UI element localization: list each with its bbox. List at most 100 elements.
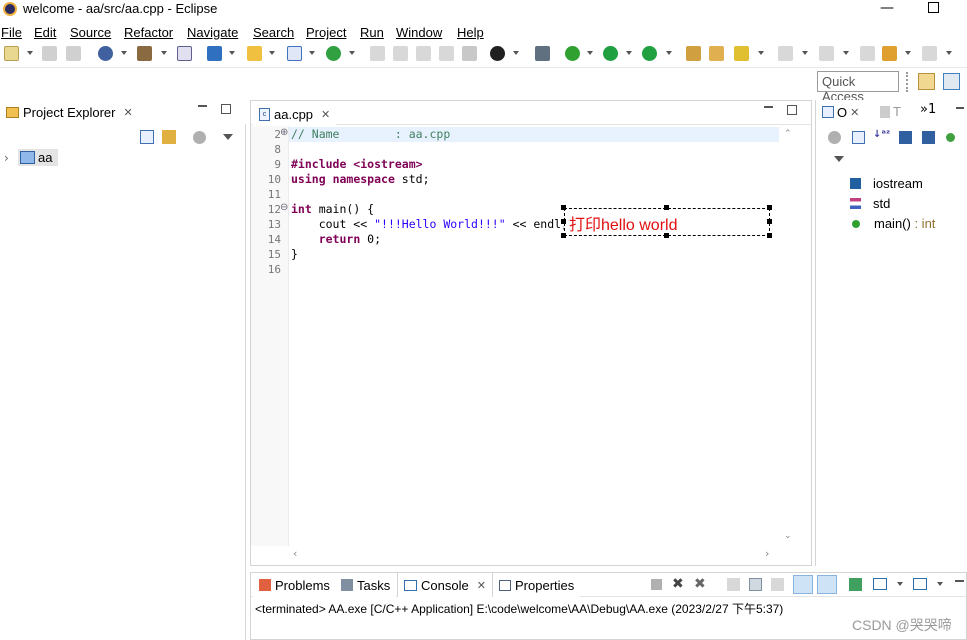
horizontal-scrollbar[interactable]: ‹ › <box>289 547 779 561</box>
open-folder-icon[interactable] <box>709 46 724 61</box>
toolbar-disabled-5-icon[interactable] <box>462 46 477 61</box>
menu-help[interactable]: Help <box>457 25 484 40</box>
code-line[interactable]: using namespace std; <box>291 172 430 186</box>
resize-handle[interactable] <box>767 219 772 224</box>
minimize-icon[interactable] <box>955 580 964 582</box>
view-menu-icon[interactable] <box>834 156 844 162</box>
code-line[interactable]: int main() { <box>291 202 374 216</box>
show-on-output-icon[interactable] <box>793 575 813 594</box>
open-console-arrow[interactable] <box>937 582 943 586</box>
expand-fold-icon[interactable]: ⊕ <box>280 127 288 138</box>
scroll-right-icon[interactable]: › <box>765 547 769 560</box>
debug-arrow[interactable] <box>587 51 593 55</box>
forward-arrow[interactable] <box>946 51 952 55</box>
expand-arrow-icon[interactable]: › <box>4 151 9 165</box>
code-line[interactable]: return 0; <box>291 232 381 246</box>
person-icon[interactable] <box>490 46 505 61</box>
outline-item-main[interactable]: main() : int <box>850 216 935 231</box>
build-config-arrow[interactable] <box>121 51 127 55</box>
show-on-error-icon[interactable] <box>817 575 837 594</box>
editor-tab-aa-cpp[interactable]: c aa.cpp ✕ <box>253 101 337 125</box>
code-line[interactable]: #include <iostream> <box>291 157 423 171</box>
remove-all-terminated-icon[interactable]: ✖ <box>694 576 706 592</box>
save-all-icon[interactable] <box>66 46 81 61</box>
annotation-textbox[interactable]: 打印hello world <box>564 208 770 236</box>
new-icon[interactable] <box>4 46 19 61</box>
toolbar-disabled-1-icon[interactable] <box>370 46 385 61</box>
next-annotation-icon[interactable] <box>778 46 793 61</box>
scroll-down-icon[interactable]: ⌄ <box>784 531 792 541</box>
scroll-lock-icon[interactable] <box>749 578 762 591</box>
view-menu-icon[interactable] <box>223 134 233 140</box>
tab-problems[interactable]: Problems <box>253 573 336 597</box>
tab-console[interactable]: Console ✕ <box>397 573 493 597</box>
minimize-icon[interactable] <box>956 107 964 109</box>
new-class-arrow[interactable] <box>309 51 315 55</box>
close-icon[interactable]: ✕ <box>321 108 330 121</box>
close-icon[interactable]: ✕ <box>123 106 132 119</box>
outline-tab[interactable]: O ✕ <box>816 100 866 124</box>
new-folder-icon[interactable] <box>247 46 262 61</box>
new-dropdown-arrow[interactable] <box>27 51 33 55</box>
display-console-icon[interactable] <box>873 578 887 590</box>
prev-annotation-icon[interactable] <box>819 46 834 61</box>
open-perspective-icon[interactable] <box>918 73 935 90</box>
skip-breakpoints-icon[interactable] <box>535 46 550 61</box>
menu-file[interactable]: File <box>1 25 22 40</box>
scroll-left-icon[interactable]: ‹ <box>293 547 297 560</box>
quick-access-field[interactable]: Quick Access <box>817 71 899 104</box>
maximize-icon[interactable] <box>221 104 231 114</box>
new-class-icon[interactable] <box>287 46 302 61</box>
menu-edit[interactable]: Edit <box>34 25 56 40</box>
run-icon[interactable] <box>603 46 618 61</box>
prev-annotation-arrow[interactable] <box>843 51 849 55</box>
menu-project[interactable]: Project <box>306 25 346 40</box>
minimize-button[interactable]: — <box>880 0 894 16</box>
save-icon[interactable] <box>42 46 57 61</box>
maximize-icon[interactable] <box>787 105 797 115</box>
overflow-tabs[interactable]: »1 <box>920 102 936 117</box>
new-project-arrow[interactable] <box>229 51 235 55</box>
resize-handle[interactable] <box>561 233 566 238</box>
tree-item-aa[interactable]: aa <box>18 149 58 166</box>
resize-handle[interactable] <box>664 205 669 210</box>
open-type-icon[interactable] <box>686 46 701 61</box>
menu-run[interactable]: Run <box>360 25 384 40</box>
clear-console-icon[interactable] <box>727 578 740 591</box>
collapse-all-icon[interactable] <box>852 131 865 144</box>
build-hammer-icon[interactable] <box>137 46 152 61</box>
tab-properties[interactable]: Properties <box>493 573 581 597</box>
link-editor-icon[interactable] <box>162 130 176 144</box>
type-hierarchy-tab[interactable]: T <box>880 104 901 119</box>
resize-handle[interactable] <box>561 205 566 210</box>
last-edit-icon[interactable] <box>860 46 875 61</box>
menu-navigate[interactable]: Navigate <box>187 25 238 40</box>
collapse-fold-icon[interactable]: ⊖ <box>280 202 288 213</box>
outline-item-std[interactable]: std <box>850 196 890 211</box>
pin-console-icon[interactable] <box>849 578 862 591</box>
remove-launch-icon[interactable]: ✖ <box>672 576 684 592</box>
c-cpp-perspective-icon[interactable] <box>943 73 960 90</box>
toolbar-disabled-4-icon[interactable] <box>439 46 454 61</box>
minimize-icon[interactable] <box>198 105 207 107</box>
search-flashlight-icon[interactable] <box>734 46 749 61</box>
person-arrow[interactable] <box>513 51 519 55</box>
search-arrow[interactable] <box>758 51 764 55</box>
tab-tasks[interactable]: Tasks <box>335 573 397 597</box>
code-line[interactable]: // Name : aa.cpp <box>291 127 450 141</box>
menu-refactor[interactable]: Refactor <box>124 25 173 40</box>
project-explorer-tab[interactable]: Project Explorer ✕ <box>0 100 139 124</box>
refresh-arrow[interactable] <box>349 51 355 55</box>
filter-icon[interactable] <box>828 131 841 144</box>
filters-icon[interactable] <box>193 131 206 144</box>
resize-handle[interactable] <box>561 219 566 224</box>
maximize-button[interactable] <box>928 2 939 13</box>
toolbar-disabled-3-icon[interactable] <box>416 46 431 61</box>
close-icon[interactable]: ✕ <box>850 106 859 119</box>
next-annotation-arrow[interactable] <box>802 51 808 55</box>
menu-search[interactable]: Search <box>253 25 294 40</box>
outline-item-iostream[interactable]: iostream <box>850 176 923 191</box>
vertical-scrollbar[interactable]: ⌃ ⌄ <box>781 127 795 547</box>
hide-non-public-icon[interactable] <box>946 133 955 142</box>
run-external-tool-icon[interactable] <box>642 46 657 61</box>
